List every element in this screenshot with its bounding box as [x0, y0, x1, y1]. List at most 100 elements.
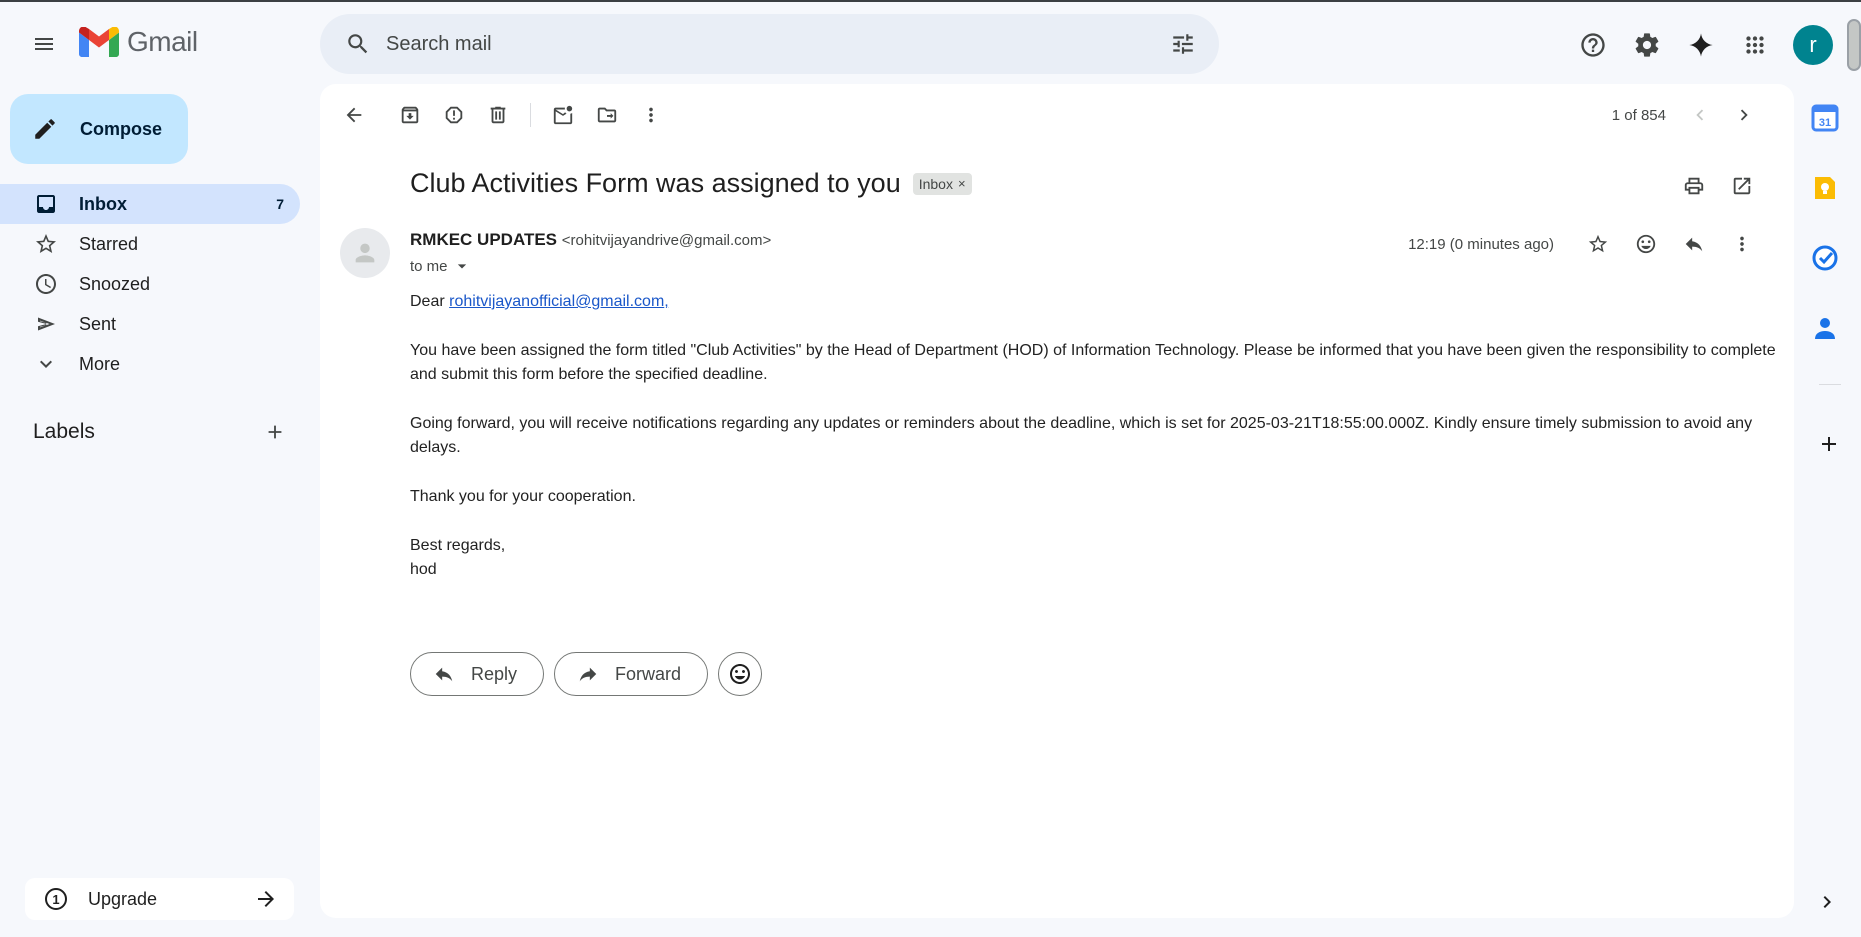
main-menu-button[interactable] — [20, 20, 68, 68]
body-paragraph: You have been assigned the form titled "… — [410, 342, 1776, 383]
hamburger-menu-icon — [35, 38, 53, 50]
subject-row: Club Activities Form was assigned to you… — [410, 168, 972, 199]
chevron-right-icon — [1740, 109, 1748, 121]
page-scrollbar[interactable] — [1847, 19, 1861, 71]
back-button[interactable] — [332, 93, 376, 137]
tasks-icon — [1812, 245, 1838, 271]
sidebar-item-starred[interactable]: Starred — [0, 224, 300, 264]
report-spam-button[interactable] — [432, 93, 476, 137]
remove-label-icon[interactable]: × — [958, 176, 966, 191]
star-button[interactable] — [1574, 220, 1622, 268]
reply-button[interactable]: Reply — [410, 652, 545, 696]
contacts-icon — [1815, 318, 1835, 339]
body-paragraph: Thank you for your cooperation. — [410, 488, 636, 505]
react-button[interactable] — [718, 652, 763, 696]
print-all-button[interactable] — [1670, 162, 1718, 210]
arrow-back-icon — [346, 107, 362, 123]
arrow-right-icon — [258, 891, 274, 907]
reply-icon-button[interactable] — [1670, 220, 1718, 268]
signature: hod — [410, 561, 437, 578]
recipient-details-toggle[interactable]: to me — [410, 256, 472, 276]
forward-button[interactable]: Forward — [554, 652, 709, 696]
sidebar-item-label: More — [79, 353, 121, 374]
person-icon — [355, 243, 375, 263]
sidebar-item-snoozed[interactable]: Snoozed — [0, 264, 300, 304]
tune-icon — [1173, 34, 1193, 54]
forward-icon — [579, 667, 597, 682]
open-new-window-button[interactable] — [1718, 162, 1766, 210]
sidebar-item-sent[interactable]: Sent — [0, 304, 300, 344]
compose-button[interactable]: Compose — [10, 94, 188, 164]
message-view: 1 of 854 Club Activities Form was assign… — [320, 84, 1794, 918]
archive-button[interactable] — [388, 93, 432, 137]
more-actions-button[interactable] — [629, 93, 673, 137]
move-to-button[interactable] — [585, 93, 629, 137]
sender-email: <rohitvijayandrive@gmail.com> — [561, 232, 772, 249]
search-icon — [348, 34, 368, 54]
search-options-button[interactable] — [1159, 20, 1207, 68]
email-subject: Club Activities Form was assigned to you — [410, 168, 901, 198]
body-paragraph: Going forward, you will receive notifica… — [410, 415, 1753, 456]
hide-side-panel-button[interactable] — [1815, 890, 1839, 914]
subject-actions — [1670, 162, 1766, 210]
newer-button[interactable] — [1678, 93, 1722, 137]
recipient-email-link[interactable]: rohitvijayanofficial@gmail.com — [449, 293, 664, 310]
sidebar-nav: Inbox 7 Starred Snoozed Sent More — [0, 184, 300, 384]
upgrade-label: Upgrade — [88, 888, 158, 909]
search-button[interactable] — [334, 20, 382, 68]
greeting: Dear — [410, 293, 445, 310]
gear-icon — [1635, 33, 1659, 57]
clock-icon — [36, 274, 56, 294]
chevron-right-icon — [1823, 896, 1831, 908]
gmail-logo[interactable]: Gmail — [79, 26, 198, 58]
keep-icon — [1815, 177, 1835, 199]
pagination: 1 of 854 — [1612, 93, 1766, 137]
mark-unread-button[interactable] — [541, 93, 585, 137]
message-more-button[interactable] — [1718, 220, 1766, 268]
sidebar-item-inbox[interactable]: Inbox 7 — [0, 184, 300, 224]
message-meta: 12:19 (0 minutes ago) — [1408, 220, 1766, 268]
sidebar-item-label: Inbox — [79, 193, 127, 214]
older-button[interactable] — [1722, 93, 1766, 137]
message-body: Dear rohitvijayanofficial@gmail.com, You… — [410, 290, 1780, 607]
greeting-line: Dear rohitvijayanofficial@gmail.com, — [410, 290, 1780, 314]
gemini-button[interactable] — [1675, 19, 1727, 71]
account-avatar[interactable]: r — [1793, 25, 1833, 65]
sender-name[interactable]: RMKEC UPDATES — [410, 230, 557, 249]
emoji-icon — [730, 664, 751, 684]
sender-line: RMKEC UPDATES <rohitvijayandrive@gmail.c… — [410, 230, 771, 250]
sidebar-item-label: Starred — [79, 233, 139, 254]
get-addons-button[interactable] — [1809, 424, 1849, 464]
delete-button[interactable] — [476, 93, 520, 137]
support-button[interactable] — [1567, 19, 1619, 71]
search-bar[interactable] — [320, 14, 1219, 74]
mark-unread-icon — [553, 105, 573, 125]
reply-label: Reply — [471, 663, 518, 684]
compose-label: Compose — [80, 118, 163, 139]
keep-app-button[interactable] — [1811, 174, 1841, 204]
google-apps-button[interactable] — [1729, 19, 1781, 71]
settings-button[interactable] — [1621, 19, 1673, 71]
sidebar-item-label: Sent — [79, 313, 117, 334]
trash-icon — [490, 106, 506, 124]
to-label: to me — [410, 257, 448, 275]
sidebar-item-label: Snoozed — [79, 273, 151, 294]
contacts-app-button[interactable] — [1811, 314, 1841, 344]
report-icon — [445, 106, 463, 124]
calendar-app-button[interactable]: 31 — [1811, 104, 1841, 134]
add-reaction-button[interactable] — [1622, 220, 1670, 268]
plus-icon — [1822, 437, 1836, 451]
print-icon — [1684, 177, 1704, 195]
caret-down-icon — [457, 264, 466, 269]
search-input[interactable] — [386, 32, 1159, 56]
create-label-button[interactable] — [257, 414, 293, 450]
side-panel-divider — [1819, 384, 1841, 385]
toolbar-divider — [530, 103, 531, 127]
tasks-app-button[interactable] — [1811, 244, 1841, 274]
reply-icon — [1685, 237, 1703, 252]
sparkle-icon — [1689, 33, 1713, 57]
sidebar-item-more[interactable]: More — [0, 344, 300, 384]
inbox-label-chip[interactable]: Inbox × — [912, 172, 972, 195]
sender-avatar[interactable] — [340, 228, 390, 278]
upgrade-button[interactable]: 1 Upgrade — [25, 878, 294, 920]
